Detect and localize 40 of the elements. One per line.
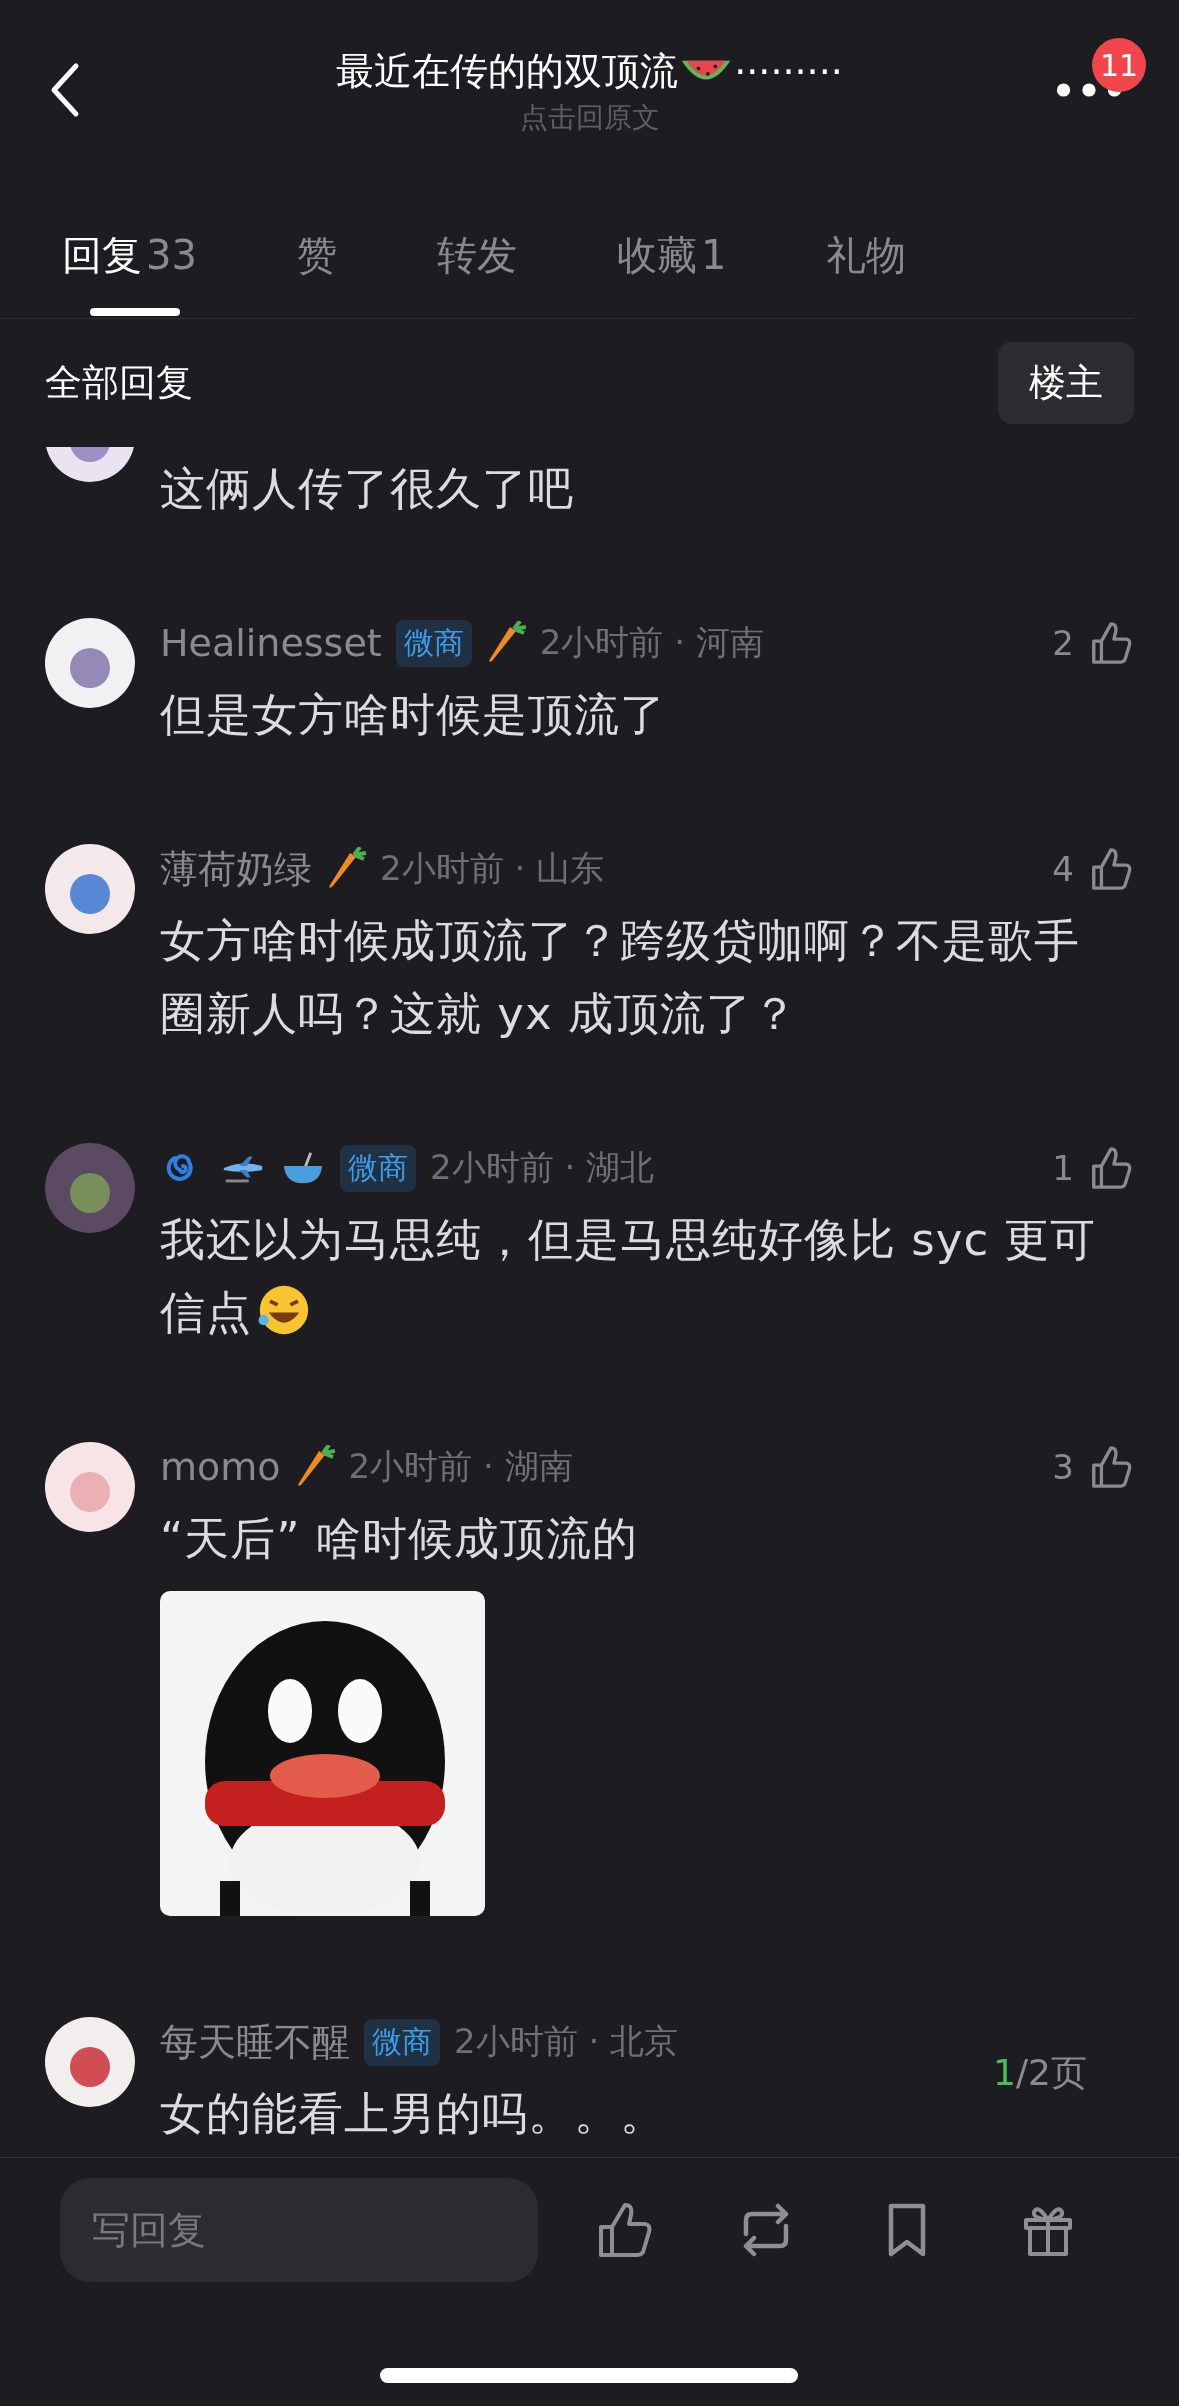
comment-text: 这俩人传了很久了吧 xyxy=(160,461,575,517)
comment-time: 2小时前 · 湖北 xyxy=(430,1146,655,1189)
tab[interactable]: 回复 33 xyxy=(62,200,197,318)
username[interactable]: Healinesset xyxy=(160,621,382,665)
like-count: 4 xyxy=(1052,849,1074,889)
avatar[interactable] xyxy=(45,1442,135,1532)
tab[interactable]: 转发 xyxy=(436,200,517,318)
username[interactable]: 每天睡不醒 xyxy=(160,2016,350,2068)
avatar[interactable] xyxy=(45,2017,135,2107)
all-replies-label: 全部回复 xyxy=(45,360,193,406)
avatar[interactable] xyxy=(45,618,135,708)
comment-text: 女的能看上男的吗。。。 xyxy=(160,2086,667,2142)
comment-text: 女方啥时候成顶流了？跨级贷咖啊？不是歌手圈新人吗？这就 yx 成顶流了？ xyxy=(160,913,1081,1042)
post-title: 最近在传的的双顶流 xyxy=(336,48,679,95)
notification-badge: 11 xyxy=(1092,38,1146,92)
comment-time: 2小时前 · 山东 xyxy=(380,847,605,890)
merchant-tag: 微商 xyxy=(340,1144,416,1192)
comment-text: 但是女方啥时候是顶流了 xyxy=(160,687,667,743)
comment-text: 我还以为马思纯，但是马思纯好像比 syc 更可信点 xyxy=(160,1212,1098,1341)
username[interactable]: 薄荷奶绿 xyxy=(160,843,312,895)
view-original-link[interactable]: 点击回原文 xyxy=(519,99,660,137)
title-ellipsis: ········· xyxy=(734,49,843,94)
merchant-tag: 微商 xyxy=(395,619,472,667)
tab[interactable]: 收藏 1 xyxy=(616,200,727,318)
reply-input[interactable]: 写回复 xyxy=(60,2178,538,2282)
like-count: 2 xyxy=(1052,623,1074,663)
like-count: 1 xyxy=(1052,1148,1074,1188)
tab[interactable]: 礼物 xyxy=(826,200,907,318)
back-icon[interactable] xyxy=(50,62,80,118)
username[interactable]: momo xyxy=(160,1445,281,1489)
merchant-tag: 微商 xyxy=(364,2018,440,2066)
like-count: 3 xyxy=(1052,1447,1074,1487)
comment-time: 2小时前 · 北京 xyxy=(454,2020,679,2063)
comment-time: 2小时前 · 湖南 xyxy=(348,1445,573,1488)
op-filter-button[interactable]: 楼主 xyxy=(998,342,1134,424)
page-indicator[interactable]: 1/2页 xyxy=(993,2043,1087,2104)
avatar[interactable] xyxy=(45,844,135,934)
comment-time: 2小时前 · 河南 xyxy=(539,621,764,664)
tab[interactable]: 赞 xyxy=(296,200,337,318)
comment-text: “天后” 啥时候成顶流的 xyxy=(160,1511,639,1567)
